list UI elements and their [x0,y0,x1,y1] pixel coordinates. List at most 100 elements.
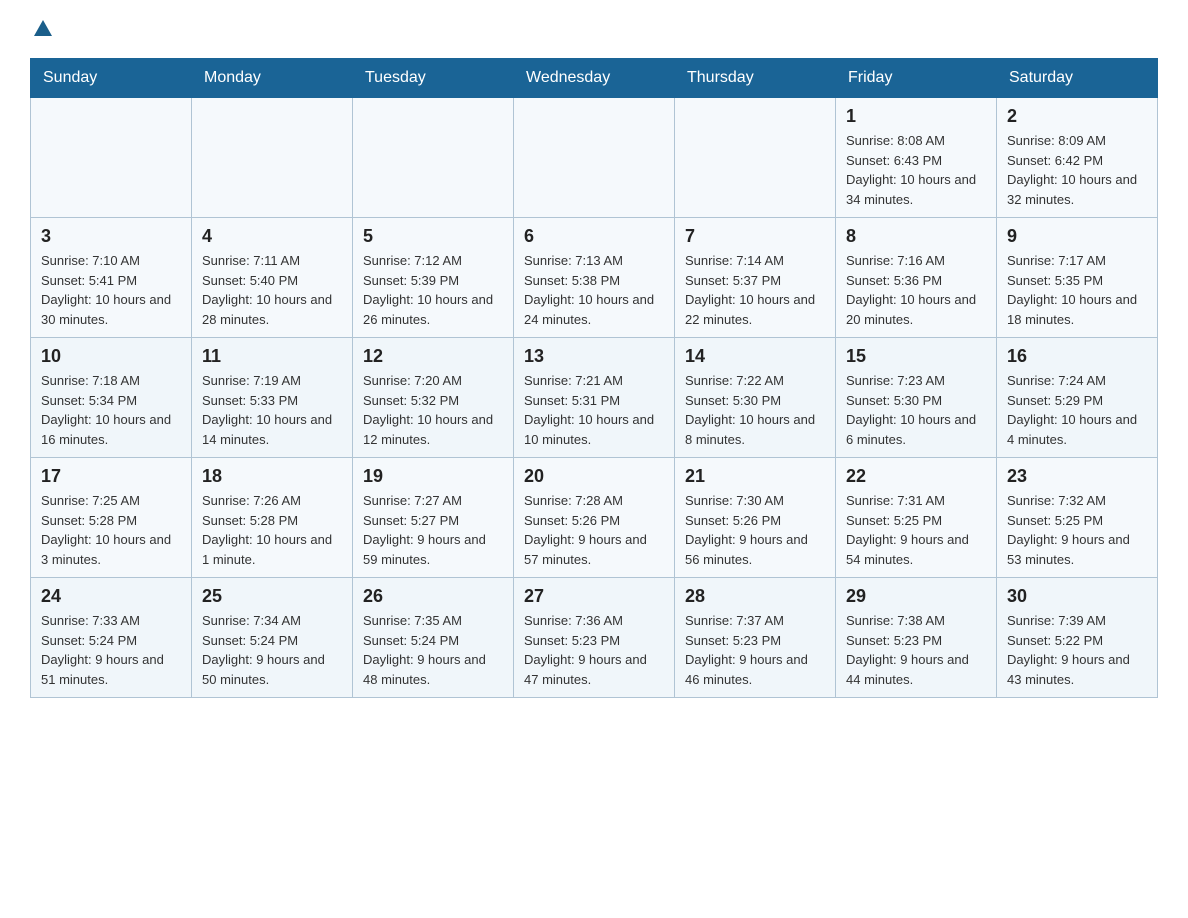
calendar-table: SundayMondayTuesdayWednesdayThursdayFrid… [30,58,1158,698]
day-number: 11 [202,346,342,367]
day-info: Sunrise: 7:17 AMSunset: 5:35 PMDaylight:… [1007,251,1147,329]
day-info: Sunrise: 7:23 AMSunset: 5:30 PMDaylight:… [846,371,986,449]
calendar-cell: 13 Sunrise: 7:21 AMSunset: 5:31 PMDayligh… [514,338,675,458]
day-info: Sunrise: 7:31 AMSunset: 5:25 PMDaylight:… [846,491,986,569]
day-info: Sunrise: 7:37 AMSunset: 5:23 PMDaylight:… [685,611,825,689]
day-number: 16 [1007,346,1147,367]
day-number: 2 [1007,106,1147,127]
calendar-cell [192,98,353,218]
day-info: Sunrise: 7:36 AMSunset: 5:23 PMDaylight:… [524,611,664,689]
day-info: Sunrise: 8:09 AMSunset: 6:42 PMDaylight:… [1007,131,1147,209]
day-number: 9 [1007,226,1147,247]
day-number: 10 [41,346,181,367]
day-number: 27 [524,586,664,607]
calendar-cell: 2 Sunrise: 8:09 AMSunset: 6:42 PMDaylight… [997,98,1158,218]
calendar-cell: 15 Sunrise: 7:23 AMSunset: 5:30 PMDayligh… [836,338,997,458]
day-info: Sunrise: 7:28 AMSunset: 5:26 PMDaylight:… [524,491,664,569]
day-number: 1 [846,106,986,127]
day-number: 19 [363,466,503,487]
calendar-cell: 12 Sunrise: 7:20 AMSunset: 5:32 PMDayligh… [353,338,514,458]
day-info: Sunrise: 7:12 AMSunset: 5:39 PMDaylight:… [363,251,503,329]
calendar-cell: 17 Sunrise: 7:25 AMSunset: 5:28 PMDayligh… [31,458,192,578]
calendar-cell [353,98,514,218]
day-number: 28 [685,586,825,607]
calendar-cell: 3 Sunrise: 7:10 AMSunset: 5:41 PMDaylight… [31,218,192,338]
column-header-wednesday: Wednesday [514,59,675,98]
calendar-cell: 27 Sunrise: 7:36 AMSunset: 5:23 PMDayligh… [514,578,675,698]
day-number: 23 [1007,466,1147,487]
day-number: 13 [524,346,664,367]
day-info: Sunrise: 7:34 AMSunset: 5:24 PMDaylight:… [202,611,342,689]
day-info: Sunrise: 7:32 AMSunset: 5:25 PMDaylight:… [1007,491,1147,569]
day-info: Sunrise: 7:27 AMSunset: 5:27 PMDaylight:… [363,491,503,569]
day-info: Sunrise: 7:16 AMSunset: 5:36 PMDaylight:… [846,251,986,329]
calendar-cell: 20Sunrise: 7:28 AMSunset: 5:26 PMDayligh… [514,458,675,578]
calendar-cell [675,98,836,218]
day-number: 26 [363,586,503,607]
calendar-cell: 1 Sunrise: 8:08 AMSunset: 6:43 PMDaylight… [836,98,997,218]
day-info: Sunrise: 7:26 AMSunset: 5:28 PMDaylight:… [202,491,342,569]
day-number: 25 [202,586,342,607]
calendar-cell: 18 Sunrise: 7:26 AMSunset: 5:28 PMDayligh… [192,458,353,578]
day-info: Sunrise: 7:11 AMSunset: 5:40 PMDaylight:… [202,251,342,329]
day-info: Sunrise: 7:25 AMSunset: 5:28 PMDaylight:… [41,491,181,569]
calendar-cell: 6Sunrise: 7:13 AMSunset: 5:38 PMDaylight… [514,218,675,338]
day-info: Sunrise: 7:39 AMSunset: 5:22 PMDaylight:… [1007,611,1147,689]
calendar-cell: 5 Sunrise: 7:12 AMSunset: 5:39 PMDaylight… [353,218,514,338]
calendar-week-row: 24Sunrise: 7:33 AMSunset: 5:24 PMDayligh… [31,578,1158,698]
column-header-tuesday: Tuesday [353,59,514,98]
day-number: 7 [685,226,825,247]
calendar-cell: 21 Sunrise: 7:30 AMSunset: 5:26 PMDayligh… [675,458,836,578]
day-number: 5 [363,226,503,247]
calendar-cell: 9 Sunrise: 7:17 AMSunset: 5:35 PMDaylight… [997,218,1158,338]
day-info: Sunrise: 7:21 AMSunset: 5:31 PMDaylight:… [524,371,664,449]
day-info: Sunrise: 7:24 AMSunset: 5:29 PMDaylight:… [1007,371,1147,449]
calendar-cell: 30 Sunrise: 7:39 AMSunset: 5:22 PMDayligh… [997,578,1158,698]
day-number: 4 [202,226,342,247]
day-info: Sunrise: 8:08 AMSunset: 6:43 PMDaylight:… [846,131,986,209]
calendar-cell [31,98,192,218]
column-header-monday: Monday [192,59,353,98]
day-info: Sunrise: 7:35 AMSunset: 5:24 PMDaylight:… [363,611,503,689]
calendar-cell: 23 Sunrise: 7:32 AMSunset: 5:25 PMDayligh… [997,458,1158,578]
column-header-thursday: Thursday [675,59,836,98]
day-info: Sunrise: 7:10 AMSunset: 5:41 PMDaylight:… [41,251,181,329]
calendar-cell: 28 Sunrise: 7:37 AMSunset: 5:23 PMDayligh… [675,578,836,698]
column-header-saturday: Saturday [997,59,1158,98]
calendar-cell [514,98,675,218]
day-number: 3 [41,226,181,247]
day-number: 30 [1007,586,1147,607]
day-info: Sunrise: 7:14 AMSunset: 5:37 PMDaylight:… [685,251,825,329]
day-info: Sunrise: 7:22 AMSunset: 5:30 PMDaylight:… [685,371,825,449]
day-number: 21 [685,466,825,487]
calendar-cell: 22 Sunrise: 7:31 AMSunset: 5:25 PMDayligh… [836,458,997,578]
day-number: 15 [846,346,986,367]
calendar-cell: 25 Sunrise: 7:34 AMSunset: 5:24 PMDayligh… [192,578,353,698]
calendar-cell: 7 Sunrise: 7:14 AMSunset: 5:37 PMDaylight… [675,218,836,338]
calendar-cell: 19 Sunrise: 7:27 AMSunset: 5:27 PMDayligh… [353,458,514,578]
day-info: Sunrise: 7:19 AMSunset: 5:33 PMDaylight:… [202,371,342,449]
calendar-week-row: 17 Sunrise: 7:25 AMSunset: 5:28 PMDayligh… [31,458,1158,578]
calendar-cell: 11 Sunrise: 7:19 AMSunset: 5:33 PMDayligh… [192,338,353,458]
calendar-cell: 29 Sunrise: 7:38 AMSunset: 5:23 PMDayligh… [836,578,997,698]
calendar-header-row: SundayMondayTuesdayWednesdayThursdayFrid… [31,59,1158,98]
day-number: 17 [41,466,181,487]
day-info: Sunrise: 7:18 AMSunset: 5:34 PMDaylight:… [41,371,181,449]
day-number: 29 [846,586,986,607]
day-info: Sunrise: 7:38 AMSunset: 5:23 PMDaylight:… [846,611,986,689]
day-number: 18 [202,466,342,487]
day-number: 8 [846,226,986,247]
day-info: Sunrise: 7:13 AMSunset: 5:38 PMDaylight:… [524,251,664,329]
logo-general-text [30,20,52,40]
day-info: Sunrise: 7:30 AMSunset: 5:26 PMDaylight:… [685,491,825,569]
calendar-cell: 4 Sunrise: 7:11 AMSunset: 5:40 PMDaylight… [192,218,353,338]
day-info: Sunrise: 7:33 AMSunset: 5:24 PMDaylight:… [41,611,181,689]
day-info: Sunrise: 7:20 AMSunset: 5:32 PMDaylight:… [363,371,503,449]
day-number: 14 [685,346,825,367]
day-number: 12 [363,346,503,367]
day-number: 22 [846,466,986,487]
column-header-sunday: Sunday [31,59,192,98]
calendar-week-row: 10 Sunrise: 7:18 AMSunset: 5:34 PMDayligh… [31,338,1158,458]
column-header-friday: Friday [836,59,997,98]
page-header [30,20,1158,38]
